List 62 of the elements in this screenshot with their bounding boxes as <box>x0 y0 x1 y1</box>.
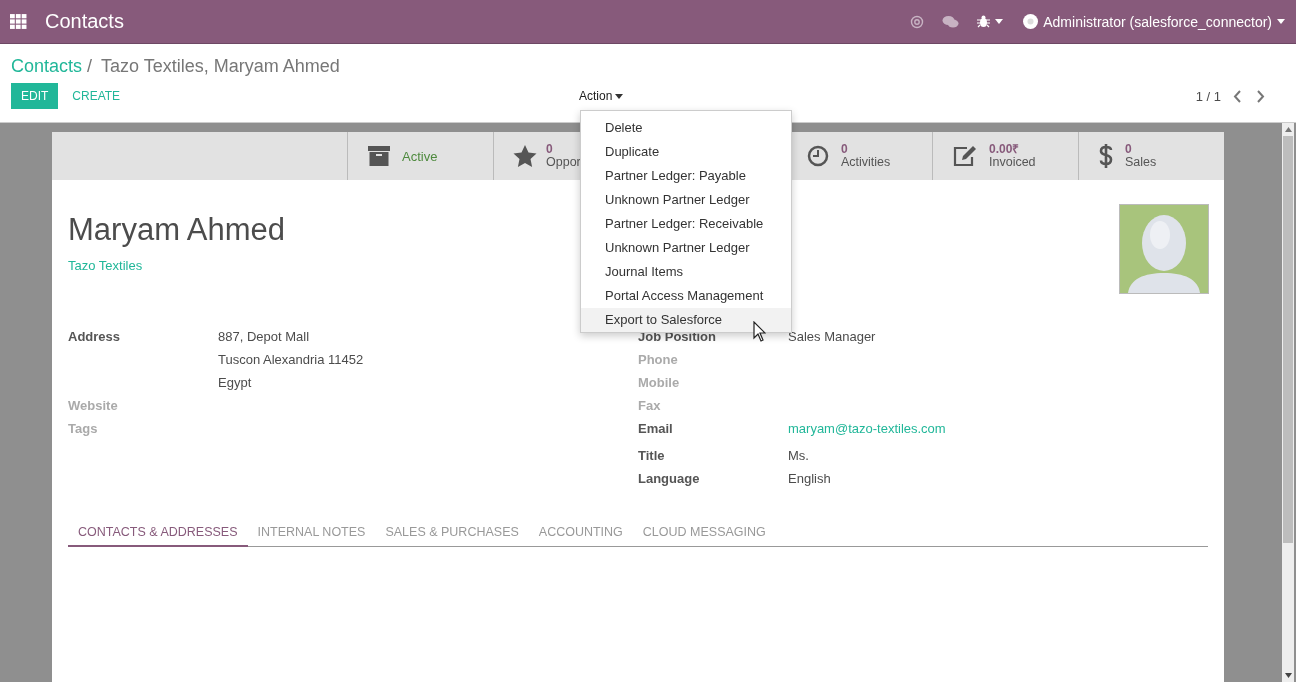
menu-item[interactable]: Unknown Partner Ledger <box>581 236 791 260</box>
stat-button[interactable]: Active <box>347 132 493 180</box>
stat-value: 0.00₹ <box>989 143 1021 156</box>
field-value: Ms. <box>788 447 809 465</box>
caret-icon <box>615 93 624 99</box>
stat-value: 0 <box>546 143 554 156</box>
debug-menu[interactable] <box>977 15 1004 28</box>
contact-name: Maryam Ahmed <box>68 212 286 248</box>
menu-item[interactable]: Journal Items <box>581 260 791 284</box>
stat-label: Sales <box>1125 156 1157 169</box>
stat-value: 0 <box>841 143 849 156</box>
archive-icon <box>368 145 390 167</box>
pager-count: 1 / 1 <box>1195 88 1221 104</box>
field-label: Language <box>638 471 700 486</box>
menu-item[interactable]: Export to Salesforce <box>581 308 791 332</box>
stat-label: Invoiced <box>989 156 1036 169</box>
field-label: Title <box>638 448 665 463</box>
field-value: Sales Manager <box>788 328 876 346</box>
field-label: Email <box>638 421 673 436</box>
mention-icon[interactable] <box>910 14 925 29</box>
dollar-icon <box>1099 143 1113 169</box>
field-label: Fax <box>638 398 661 413</box>
star-icon <box>513 145 537 167</box>
address-line: Tuscon Alexandria 11452 <box>218 351 364 369</box>
field-value: English <box>788 470 831 488</box>
stat-label: Active <box>402 148 438 164</box>
field-label: Phone <box>638 352 678 367</box>
clock-icon <box>807 145 829 167</box>
scroll-down-icon[interactable] <box>1284 673 1292 678</box>
chat-icon[interactable] <box>942 14 960 29</box>
menu-item[interactable]: Partner Ledger: Receivable <box>581 212 791 236</box>
field-label: Mobile <box>638 375 680 390</box>
avatar-icon <box>1023 14 1039 29</box>
stat-button[interactable]: 0 Activities <box>786 132 932 180</box>
caret-icon <box>1277 19 1285 24</box>
next-icon[interactable] <box>1256 89 1265 103</box>
caret-icon <box>995 19 1004 24</box>
stat-button[interactable]: 0 Oppor <box>493 132 581 180</box>
breadcrumb-separator: / <box>87 56 93 77</box>
field-label: Address <box>68 329 121 344</box>
address-line: 887, Depot Mall <box>218 328 311 346</box>
user-menu[interactable]: Administrator (salesforce_connector) <box>1023 13 1285 30</box>
previous-icon[interactable] <box>1233 89 1242 103</box>
field-label: Website <box>68 398 118 413</box>
apps-grid-icon[interactable] <box>10 14 27 29</box>
address-line: Egypt <box>218 374 253 392</box>
stat-button[interactable]: 0 Sales <box>1078 132 1224 180</box>
action-dropdown[interactable]: Action <box>579 89 624 103</box>
menu-item[interactable]: Portal Access Management <box>581 284 791 308</box>
edit-icon <box>953 145 977 167</box>
field-label: Tags <box>68 421 98 436</box>
stat-label: Oppor <box>546 156 581 169</box>
scrollbar[interactable] <box>1282 123 1294 682</box>
stat-value: 0 <box>1125 143 1133 156</box>
menu-item[interactable]: Unknown Partner Ledger <box>581 188 791 212</box>
app-title: Contacts <box>45 10 124 33</box>
scroll-up-icon[interactable] <box>1284 127 1292 132</box>
bug-icon <box>977 15 991 28</box>
stat-label: Activities <box>841 156 891 169</box>
stat-button[interactable]: 0.00₹ Invoiced <box>932 132 1078 180</box>
tab[interactable]: CONTACTS & ADDRESSES <box>68 525 248 547</box>
breadcrumb-current: Tazo Textiles, Maryam Ahmed <box>101 56 340 77</box>
